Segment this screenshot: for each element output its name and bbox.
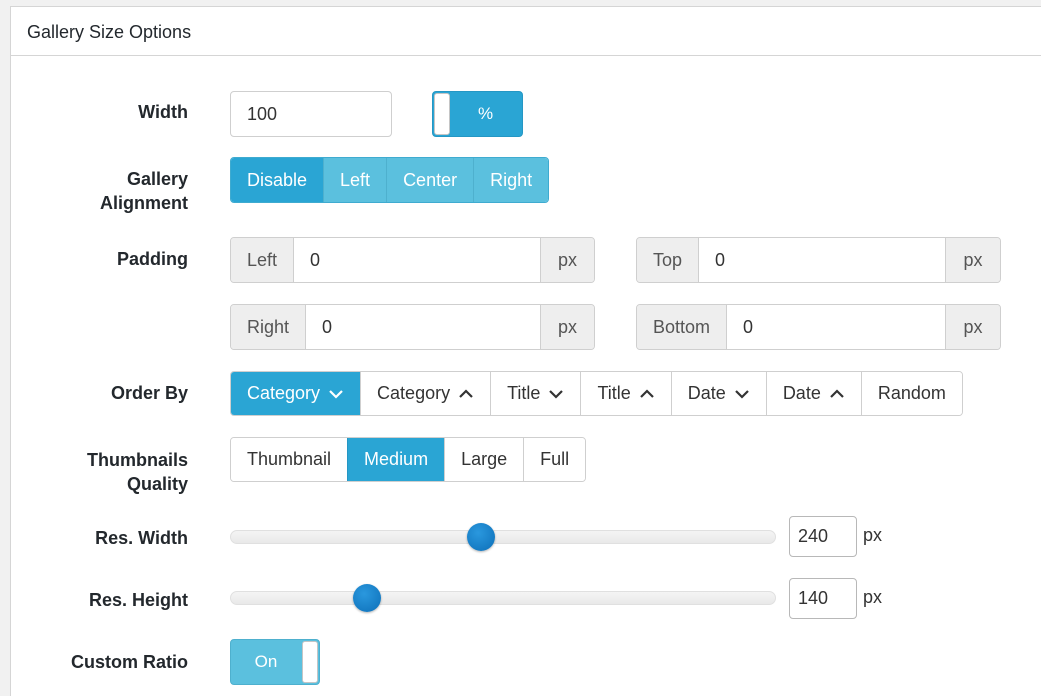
order-random-button[interactable]: Random [860,372,962,415]
alignment-left-button[interactable]: Left [323,158,387,202]
padding-left-group: Left 0 px [230,237,595,283]
padding-top-input[interactable]: 0 [698,238,946,282]
padding-bottom-addon: Bottom [637,305,727,349]
quality-large-button[interactable]: Large [444,438,524,481]
padding-label: Padding [117,249,188,269]
padding-top-unit: px [946,238,1000,282]
width-label: Width [138,102,188,122]
panel-title: Gallery Size Options [11,7,1041,56]
order-title-desc-button[interactable]: Title [490,372,581,415]
res-width-slider-handle[interactable] [467,523,496,551]
order-option-label: Random [877,383,946,403]
order-option-label: Date [782,383,821,403]
padding-top-group: Top 0 px [636,237,1001,283]
alignment-label-line2: Alignment [100,193,188,213]
chevron-down-icon [549,389,564,399]
padding-bottom-input[interactable]: 0 [726,305,946,349]
order-by-label: Order By [110,383,188,403]
res-height-input[interactable]: 140 [789,578,857,619]
res-width-input[interactable]: 240 [789,516,857,557]
quality-full-button[interactable]: Full [523,438,586,481]
width-unit-label: % [477,104,494,123]
thumb-quality-label: Thumbnails Quality [87,448,188,496]
custom-ratio-toggle-label: On [254,652,278,671]
quality-medium-button[interactable]: Medium [347,438,445,481]
thumb-quality-label-line2: Quality [126,474,188,494]
res-height-slider-handle[interactable] [352,584,381,612]
padding-left-input[interactable]: 0 [293,238,541,282]
order-date-desc-button[interactable]: Date [670,372,766,415]
order-by-button-group: Category Category Title Title Date Date … [230,371,963,416]
order-option-label: Title [507,383,541,403]
chevron-down-icon [329,389,343,399]
res-width-slider[interactable] [230,530,776,544]
width-unit-toggle[interactable]: % [432,91,523,137]
res-height-unit: px [863,587,883,607]
width-input[interactable]: 100 [230,91,392,137]
thumb-quality-label-line1: Thumbnails [86,450,188,470]
order-title-asc-button[interactable]: Title [580,372,671,415]
padding-right-unit: px [541,305,594,349]
order-option-label: Category [247,383,321,403]
order-category-asc-button[interactable]: Category [360,372,491,415]
alignment-label-line1: Gallery [126,169,188,189]
alignment-disable-button[interactable]: Disable [231,158,324,202]
custom-ratio-toggle[interactable]: On [230,639,320,685]
padding-right-addon: Right [231,305,306,349]
res-width-label: Res. Width [95,528,188,548]
alignment-button-group: Disable Left Center Right [230,157,550,203]
res-height-slider[interactable] [230,591,776,605]
alignment-right-button[interactable]: Right [473,158,549,202]
padding-right-group: Right 0 px [230,304,595,350]
custom-ratio-label: Custom Ratio [71,652,188,672]
chevron-down-icon [735,389,749,399]
padding-right-input[interactable]: 0 [305,305,541,349]
order-category-desc-button[interactable]: Category [231,372,361,415]
order-option-label: Title [597,383,631,403]
order-date-asc-button[interactable]: Date [765,372,861,415]
thumb-quality-button-group: Thumbnail Medium Large Full [230,437,587,482]
toggle-knob [302,641,318,683]
alignment-label: Gallery Alignment [100,167,188,215]
alignment-center-button[interactable]: Center [386,158,474,202]
res-width-unit: px [863,525,883,545]
chevron-up-icon [640,388,654,398]
chevron-up-icon [830,388,844,398]
padding-bottom-group: Bottom 0 px [636,304,1001,350]
order-option-label: Date [687,383,726,403]
padding-top-addon: Top [637,238,699,282]
order-option-label: Category [377,383,451,403]
res-height-label: Res. Height [88,590,188,610]
padding-left-addon: Left [231,238,294,282]
quality-thumbnail-button[interactable]: Thumbnail [231,438,348,481]
padding-bottom-unit: px [946,305,1000,349]
toggle-knob [434,93,450,135]
padding-left-unit: px [541,238,594,282]
chevron-up-icon [459,388,473,398]
